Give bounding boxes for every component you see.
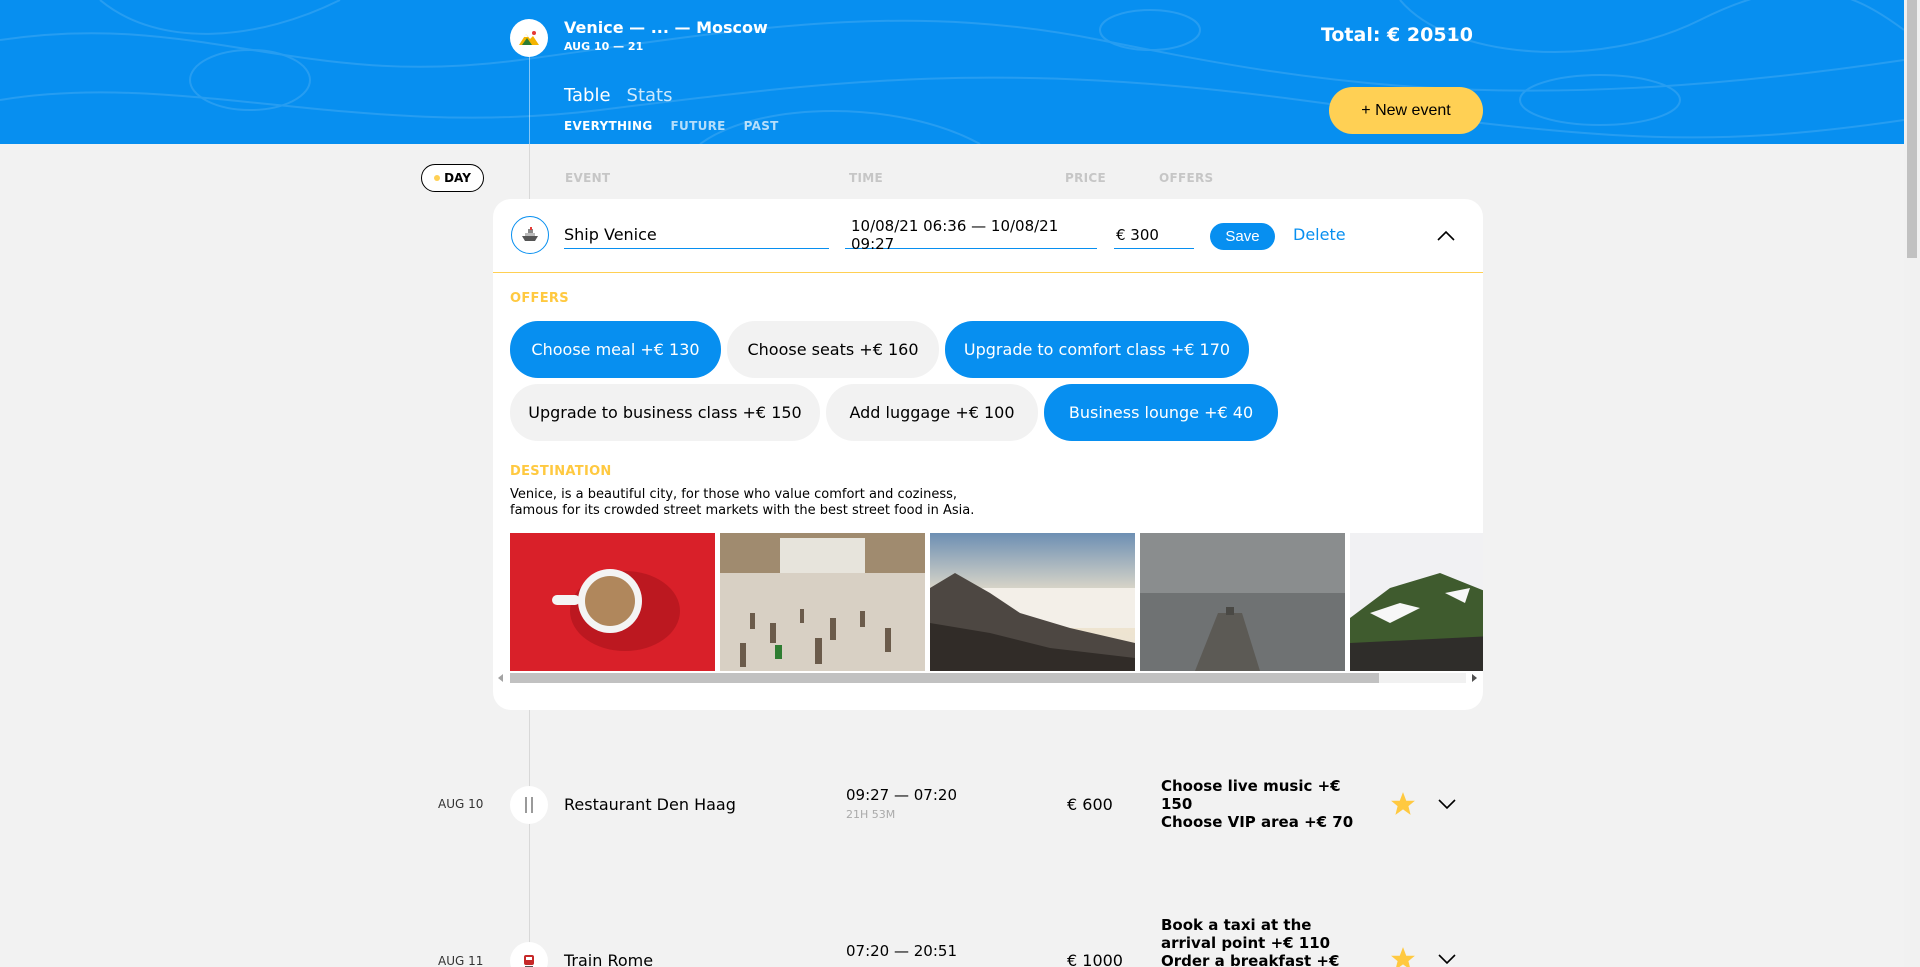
green-hills-snow-photo [1350, 533, 1483, 671]
event-price: € 600 [1067, 795, 1113, 814]
event-time: 07:20 — 20:51 [846, 942, 957, 960]
destination-title: DESTINATION [510, 464, 612, 479]
sort-price[interactable]: PRICE [1065, 171, 1106, 185]
coffee-cup-photo [510, 533, 715, 671]
topographic-background [0, 0, 1904, 144]
event-type-selector[interactable] [511, 216, 549, 254]
page-scrollbar[interactable] [1904, 0, 1920, 967]
event-price: € 1000 [1067, 951, 1123, 967]
trip-total: Total: € 20510 [1320, 24, 1473, 46]
event-date: AUG 10 [438, 797, 484, 811]
destination-input[interactable]: Ship Venice [564, 221, 829, 249]
chevron-up-icon[interactable] [1435, 225, 1457, 247]
event-offer-item: Book a taxi at the arrival point +€ 110 [1161, 916, 1331, 952]
train-station-crowd-photo [720, 533, 925, 671]
edit-form-header: Ship Venice 10/08/21 06:36 — 10/08/21 09… [493, 199, 1483, 273]
sort-event[interactable]: EVENT [565, 171, 610, 185]
delete-button[interactable]: Delete [1293, 225, 1346, 244]
tab-stats[interactable]: Stats [627, 85, 673, 106]
route-dates: AUG 10 — 21 [564, 40, 644, 53]
time-range-input[interactable]: 10/08/21 06:36 — 10/08/21 09:27 [845, 217, 1097, 253]
train-icon [524, 955, 534, 967]
offer-upgrade-comfort[interactable]: Upgrade to comfort class +€ 170 [945, 321, 1249, 378]
offer-business-lounge[interactable]: Business lounge +€ 40 [1044, 384, 1278, 441]
event-offers: Book a taxi at the arrival point +€ 110 … [1161, 916, 1361, 967]
event-filters: EVERYTHING FUTURE PAST [564, 119, 779, 133]
ship-icon [522, 227, 538, 241]
active-dot-icon [434, 175, 441, 181]
event-edit-card: Ship Venice 10/08/21 06:36 — 10/08/21 09… [493, 199, 1483, 710]
offer-upgrade-business[interactable]: Upgrade to business class +€ 150 [510, 384, 820, 441]
sort-offers[interactable]: OFFERS [1159, 171, 1213, 185]
chevron-down-icon[interactable] [1436, 793, 1458, 815]
route-title: Venice — ... — Moscow [564, 18, 768, 37]
view-tabs: Table Stats [564, 85, 673, 106]
event-offer-item: Choose live music +€ 150 [1161, 777, 1341, 813]
sort-day-label: DAY [444, 171, 471, 185]
filter-future[interactable]: FUTURE [671, 119, 726, 133]
sort-time[interactable]: TIME [849, 171, 883, 185]
event-name: Train Rome [564, 951, 654, 967]
event-duration: 21H 53M [846, 808, 896, 821]
destination-description: Venice, is a beautiful city, for those w… [510, 487, 1030, 519]
trip-header: Venice — ... — Moscow AUG 10 — 21 Total:… [0, 0, 1904, 144]
event-name: Restaurant Den Haag [564, 795, 736, 814]
offers-title: OFFERS [510, 291, 569, 306]
favorite-star-icon[interactable] [1390, 791, 1416, 817]
event-type-icon [510, 942, 548, 967]
price-input[interactable]: € 300 [1114, 221, 1194, 249]
mountain-clouds-photo [930, 533, 1135, 671]
scroll-left-icon[interactable] [498, 674, 503, 682]
new-event-button[interactable]: + New event [1329, 87, 1483, 134]
offer-add-luggage[interactable]: Add luggage +€ 100 [826, 384, 1038, 441]
scrollbar-thumb[interactable] [510, 673, 1379, 683]
chevron-down-icon[interactable] [1436, 948, 1458, 967]
offer-choose-meal[interactable]: Choose meal +€ 130 [510, 321, 721, 378]
gallery-scrollbar[interactable] [493, 671, 1483, 685]
favorite-star-icon[interactable] [1390, 946, 1416, 967]
event-offers: Choose live music +€ 150 Choose VIP area… [1161, 777, 1361, 831]
save-button[interactable]: Save [1210, 223, 1275, 250]
restaurant-icon [525, 797, 533, 813]
event-type-icon [510, 786, 548, 824]
event-date: AUG 11 [438, 954, 484, 967]
event-offer-item: Order a breakfast +€ 80 [1161, 952, 1340, 967]
filter-past[interactable]: PAST [744, 119, 779, 133]
page-scrollbar-thumb[interactable] [1907, 0, 1917, 258]
sort-day-button[interactable]: DAY [421, 164, 484, 192]
filter-everything[interactable]: EVERYTHING [564, 119, 653, 133]
destination-description-line: Venice, is a beautiful city, for those w… [510, 487, 958, 502]
destination-description-line: famous for its crowded street markets wi… [510, 503, 975, 518]
event-offer-item: Choose VIP area +€ 70 [1161, 813, 1354, 831]
scroll-right-icon[interactable] [1472, 674, 1477, 682]
tab-table[interactable]: Table [564, 85, 611, 106]
event-time: 09:27 — 07:20 [846, 786, 957, 804]
foggy-pier-photo [1140, 533, 1345, 671]
mountain-icon [519, 31, 539, 45]
offer-choose-seats[interactable]: Choose seats +€ 160 [727, 321, 939, 378]
destination-photo-gallery[interactable] [510, 533, 1483, 671]
route-icon [510, 19, 548, 57]
